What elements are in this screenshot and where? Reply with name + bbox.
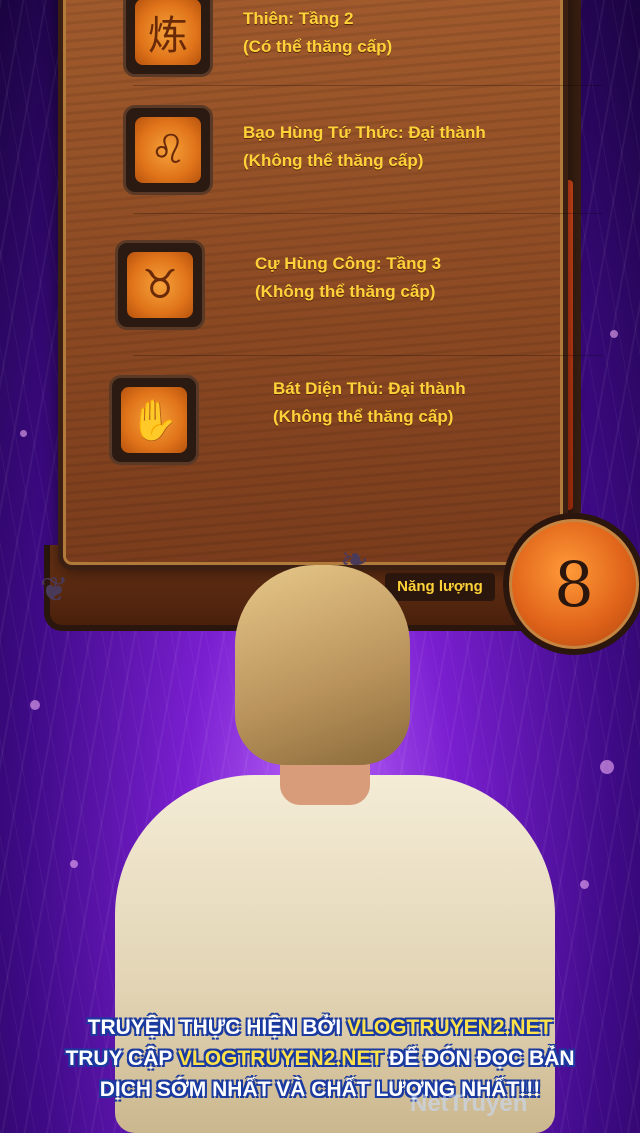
hands-icon: ✋ [109, 375, 199, 465]
skill-name: Cự Hùng Công: Tầng 3 [255, 254, 442, 273]
lion-icon: ♌ [123, 105, 213, 195]
skill-status: (Không thể thăng cấp) [255, 282, 436, 301]
skill-row[interactable]: 炼 Thiên: Tầng 2 (Có thể thăng cấp) [63, 0, 543, 115]
skill-status: (Không thể thăng cấp) [273, 407, 454, 426]
sparkle [600, 760, 614, 774]
character-hair [235, 565, 410, 765]
scroll-ornament-icon: ❦ [40, 570, 69, 610]
sparkle [610, 330, 618, 338]
bear-icon: ♉ [115, 240, 205, 330]
skill-panel: 炼 Thiên: Tầng 2 (Có thể thăng cấp) ♌ Bạo… [58, 0, 603, 570]
fire-rune-icon: 炼 [123, 0, 213, 77]
sparkle [30, 700, 40, 710]
skill-name: Bạo Hùng Tứ Thức: Đại thành [243, 123, 486, 142]
watermark: NetTruyen [410, 1090, 528, 1117]
skill-name: Bát Diện Thủ: Đại thành [273, 379, 466, 398]
divider [133, 213, 603, 214]
skill-row[interactable]: ✋ Bát Diện Thủ: Đại thành (Không thể thă… [63, 375, 543, 495]
credit-banner: TRUYỆN THỰC HIỆN BỞI VLOGTRUYEN2.NET TRU… [65, 1016, 575, 1101]
divider [133, 85, 603, 86]
skill-status: (Có thể thăng cấp) [243, 37, 393, 56]
sparkle [20, 430, 27, 437]
skill-row[interactable]: ♉ Cự Hùng Công: Tầng 3 (Không thể thăng … [63, 240, 543, 360]
skill-status: (Không thể thăng cấp) [243, 151, 424, 170]
sparkle [70, 860, 78, 868]
skill-name: Thiên: Tầng 2 [243, 9, 354, 28]
skill-row[interactable]: ♌ Bạo Hùng Tứ Thức: Đại thành (Không thể… [63, 105, 543, 225]
sparkle [580, 880, 589, 889]
divider [133, 355, 603, 356]
